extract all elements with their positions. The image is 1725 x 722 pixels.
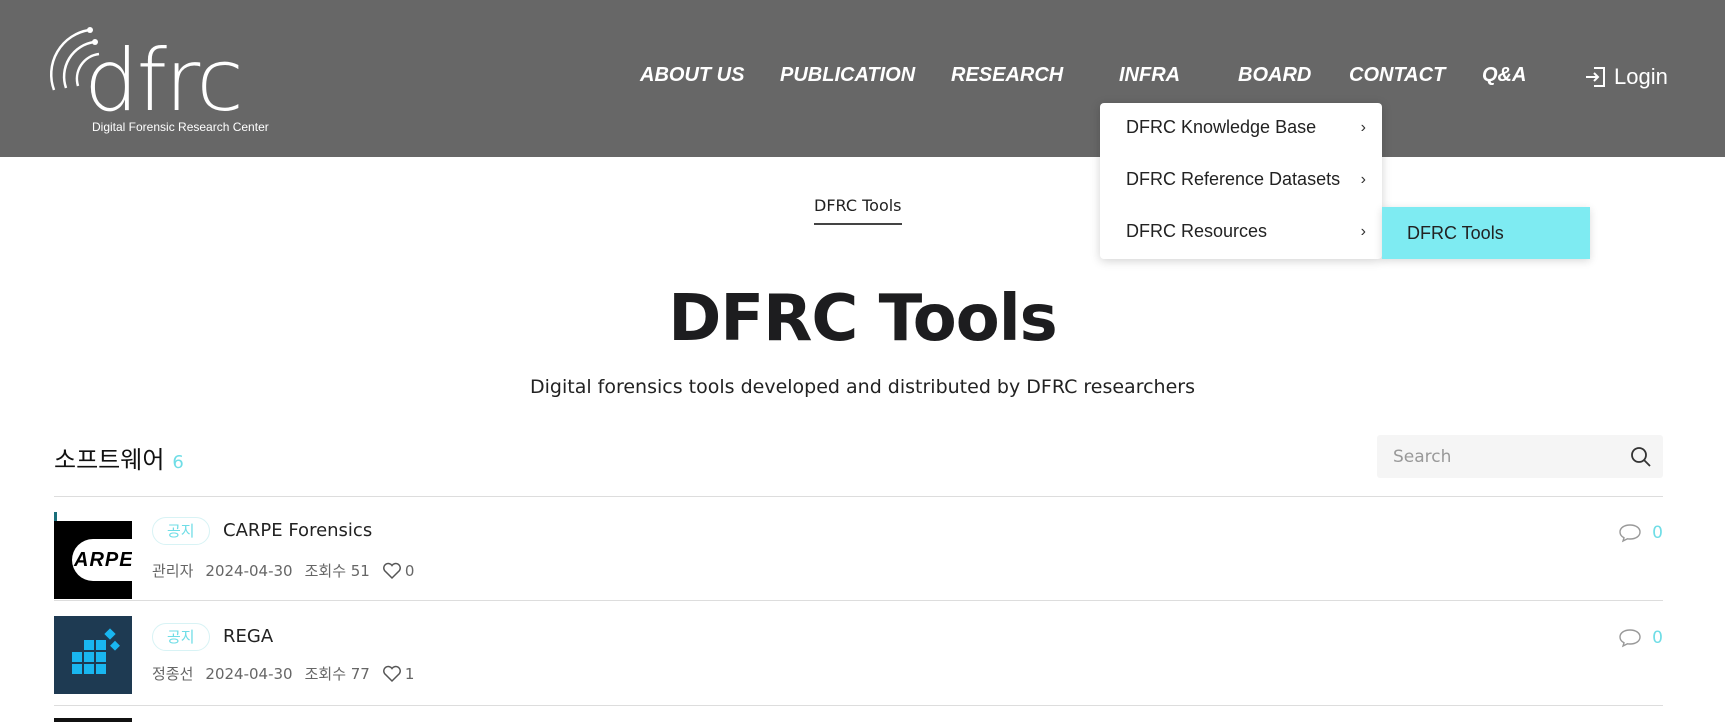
section-title: 소프트웨어 [54,446,165,474]
search-box [1377,435,1663,478]
logo-subtitle: Digital Forensic Research Center [92,120,269,134]
menu-item-reference-datasets[interactable]: DFRC Reference Datasets › [1126,169,1366,190]
search-input[interactable] [1393,435,1613,478]
post-comments-count: 0 [1652,523,1663,543]
post-thumbnail[interactable] [54,616,132,694]
post-title[interactable]: REGA [223,626,273,647]
post-likes-count: 1 [404,664,415,683]
site-header: dfrc Digital Forensic Research Center AB… [0,0,1725,157]
nav-research[interactable]: RESEARCH [951,64,1063,87]
post-author: 정종선 [152,665,194,683]
login-button[interactable]: Login [1584,64,1668,90]
chevron-right-icon: › [1360,222,1366,240]
comment-icon [1619,629,1641,648]
nav-qna[interactable]: Q&A [1482,64,1526,87]
chevron-right-icon: › [1360,118,1366,136]
menu-item-knowledge-base[interactable]: DFRC Knowledge Base › [1126,117,1366,138]
list-item[interactable]: ARPE 공지 CARPE Forensics 관리자 2024-04-30 조… [54,497,1663,601]
post-meta: 정종선 2024-04-30 조회수 77 1 [152,663,414,684]
infra-dropdown-menu: DFRC Knowledge Base › DFRC Reference Dat… [1100,103,1382,259]
nav-contact[interactable]: CONTACT [1349,64,1445,87]
nav-about-us[interactable]: ABOUT US [640,64,744,87]
post-author: 관리자 [152,562,194,580]
breadcrumb-tab[interactable]: DFRC Tools [814,196,902,225]
comment-icon [1619,524,1641,543]
post-thumbnail-partial [54,718,132,722]
notice-tag[interactable]: 공지 [152,517,210,545]
cubes-icon [72,628,120,674]
menu-item-label: DFRC Reference Datasets [1126,169,1341,189]
nav-board[interactable]: BOARD [1238,64,1311,87]
post-views: 조회수 77 [304,665,370,683]
heart-icon [382,562,401,579]
nav-publication[interactable]: PUBLICATION [780,64,915,87]
page-title: DFRC Tools [668,282,1058,356]
chevron-right-icon: › [1360,170,1366,188]
section-count: 6 [172,452,184,473]
post-title[interactable]: CARPE Forensics [223,520,372,541]
post-likes[interactable]: 0 [382,561,415,580]
post-likes-count: 0 [404,561,415,580]
post-comments-count: 0 [1652,628,1663,648]
submenu-item-dfrc-tools[interactable]: DFRC Tools [1382,207,1590,259]
nav-infra[interactable]: INFRA [1119,64,1180,87]
heart-icon [382,665,401,682]
post-meta: 관리자 2024-04-30 조회수 51 0 [152,560,414,581]
post-comments[interactable]: 0 [1618,628,1663,648]
menu-item-label: DFRC Knowledge Base [1126,117,1317,137]
list-item[interactable]: 공지 REGA 정종선 2024-04-30 조회수 77 1 0 [54,602,1663,706]
menu-item-label: DFRC Resources [1126,221,1268,241]
post-date: 2024-04-30 [205,561,293,580]
main-nav: ABOUT US PUBLICATION RESEARCH INFRA BOAR… [0,64,1725,94]
thumbnail-logo-text: ARPE [74,549,132,571]
login-label: Login [1614,64,1668,89]
post-views: 조회수 51 [304,562,370,580]
search-icon[interactable] [1629,445,1653,469]
post-thumbnail[interactable]: ARPE [54,521,132,599]
menu-item-resources[interactable]: DFRC Resources › [1126,221,1366,242]
post-comments[interactable]: 0 [1618,523,1663,543]
post-likes[interactable]: 1 [382,664,415,683]
section-header: 소프트웨어 6 [54,440,184,475]
notice-tag[interactable]: 공지 [152,623,210,651]
post-date: 2024-04-30 [205,664,293,683]
login-icon [1586,67,1605,87]
page-description: Digital forensics tools developed and di… [530,376,1195,398]
